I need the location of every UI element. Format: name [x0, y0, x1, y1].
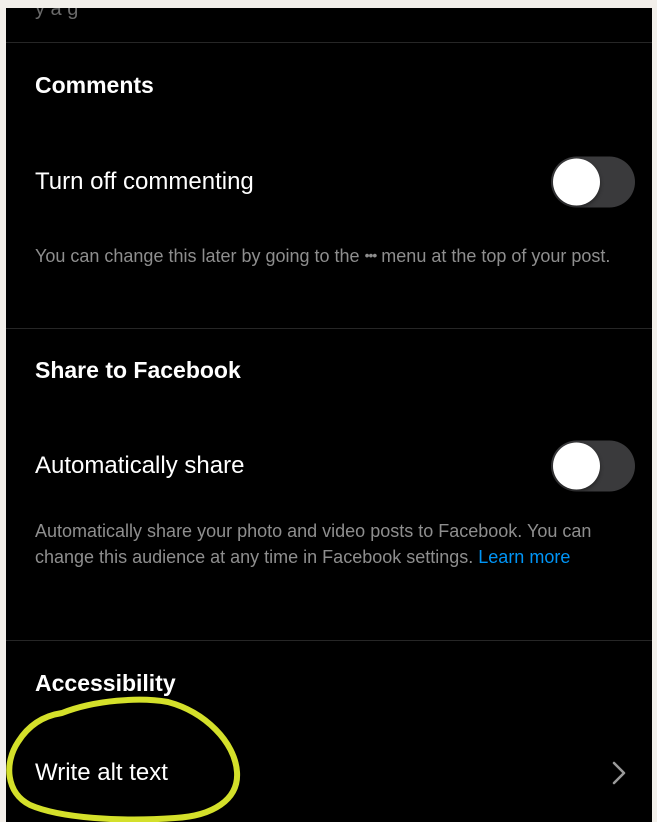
turn-off-commenting-label: Turn off commenting [35, 168, 254, 195]
comments-description-text-start: You can change this later by going to th… [35, 246, 365, 266]
comments-description-text-end: menu at the top of your post. [376, 246, 611, 266]
toggle-knob [553, 158, 600, 206]
learn-more-link[interactable]: Learn more [478, 547, 570, 567]
chevron-right-icon [612, 761, 626, 785]
comments-description: You can change this later by going to th… [35, 242, 625, 269]
automatically-share-row[interactable]: Automatically share [6, 436, 652, 496]
share-to-facebook-section-title: Share to Facebook [35, 357, 241, 383]
turn-off-commenting-row[interactable]: Turn off commenting [6, 152, 652, 212]
accessibility-section-title: Accessibility [35, 670, 176, 696]
write-alt-text-row[interactable]: Write alt text [6, 743, 652, 803]
facebook-description: Automatically share your photo and video… [35, 518, 595, 570]
section-divider [6, 42, 652, 43]
section-divider [6, 328, 652, 329]
toggle-knob [553, 442, 600, 490]
section-divider [6, 640, 652, 641]
turn-off-commenting-toggle[interactable] [551, 156, 635, 208]
clipped-previous-text: y a g [35, 8, 79, 20]
comments-section-title: Comments [35, 72, 154, 98]
post-settings-screen: y a g Comments Turn off commenting You c… [6, 8, 652, 822]
more-menu-icon: ••• [364, 247, 378, 263]
automatically-share-toggle[interactable] [551, 440, 635, 492]
write-alt-text-label: Write alt text [35, 759, 168, 786]
automatically-share-label: Automatically share [35, 452, 245, 479]
